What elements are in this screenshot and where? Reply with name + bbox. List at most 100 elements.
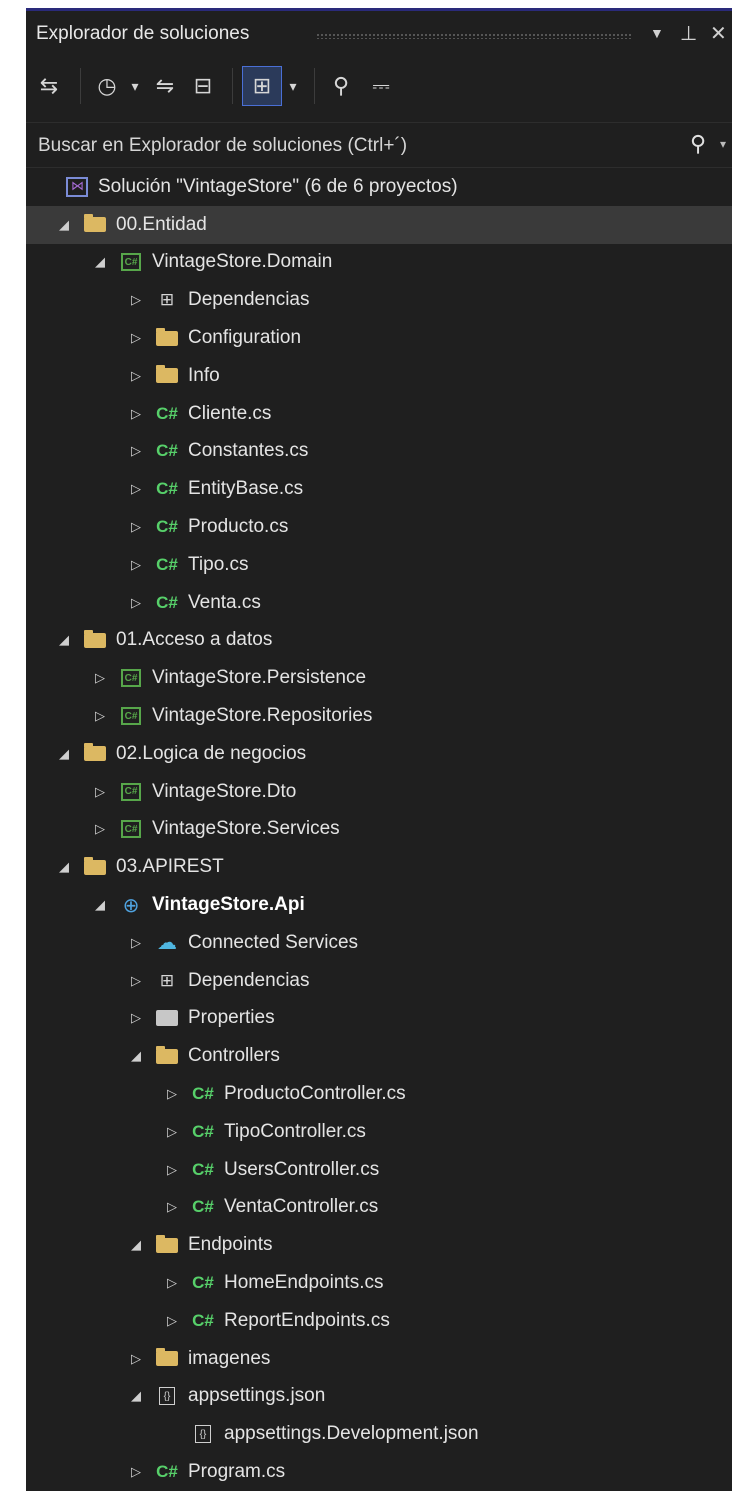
collapse-arrow-icon[interactable]: ◢	[90, 254, 110, 270]
collapse-arrow-icon[interactable]: ◢	[126, 1388, 146, 1404]
dropdown-icon[interactable]: ▾	[126, 66, 144, 106]
csharp-file-icon: C#	[192, 1159, 214, 1179]
tree-item[interactable]: ▷ Configuration	[26, 319, 732, 357]
expand-arrow-icon[interactable]: ▷	[126, 557, 146, 573]
expand-arrow-icon[interactable]: ▷	[126, 935, 146, 951]
tree-item-label: imagenes	[188, 1347, 271, 1369]
expand-arrow-icon[interactable]: ▷	[126, 595, 146, 611]
drag-grip[interactable]	[316, 33, 632, 39]
dependencies-icon: ⊞	[159, 290, 175, 310]
folder-icon	[80, 214, 110, 233]
tree-item[interactable]: ▷ C# Producto.cs	[26, 508, 732, 546]
tree-item[interactable]: ▷ C# TipoController.cs	[26, 1113, 732, 1151]
tree-item-label: Properties	[188, 1007, 275, 1029]
tree-item[interactable]: ▷ C# Tipo.cs	[26, 546, 732, 584]
tree-item[interactable]: ◢ ⊕ VintageStore.Api	[26, 886, 732, 924]
panel-title-bar[interactable]: Explorador de soluciones ▼ ⊥ ✕	[26, 8, 732, 54]
search-input[interactable]	[36, 131, 680, 161]
tree-item[interactable]: ▷ C# VintageStore.Dto	[26, 773, 732, 811]
expand-arrow-icon[interactable]: ▷	[90, 784, 110, 800]
tree-item[interactable]: ▷ C# Cliente.cs	[26, 395, 732, 433]
tree-item[interactable]: ▷ C# VentaController.cs	[26, 1189, 732, 1227]
tree-item[interactable]: ▷ Properties	[26, 1000, 732, 1038]
tree-item[interactable]: ◢ 02.Logica de negocios	[26, 735, 732, 773]
tree-item[interactable]: ▷ C# ReportEndpoints.cs	[26, 1302, 732, 1340]
tree-item[interactable]: ▷ ⊞ Dependencias	[26, 962, 732, 1000]
tree-item[interactable]: ▷ C# Program.cs	[26, 1453, 732, 1491]
csharp-file-icon: C#	[156, 403, 178, 423]
expand-arrow-icon[interactable]: ▷	[162, 1162, 182, 1178]
tree-item[interactable]: ▷ C# Venta.cs	[26, 584, 732, 622]
collapse-arrow-icon[interactable]: ◢	[126, 1048, 146, 1064]
expand-arrow-icon[interactable]: ▷	[126, 292, 146, 308]
tree-item-label: 02.Logica de negocios	[116, 742, 307, 764]
dropdown-icon[interactable]: ▾	[284, 66, 302, 106]
expand-arrow-icon[interactable]: ▷	[162, 1086, 182, 1102]
tree-item[interactable]: {} appsettings.Development.json	[26, 1415, 732, 1453]
collapse-arrow-icon[interactable]: ◢	[54, 217, 74, 233]
expand-arrow-icon[interactable]: ▷	[126, 481, 146, 497]
expand-arrow-icon[interactable]: ▷	[90, 670, 110, 686]
tree-item[interactable]: ◢ {} appsettings.json	[26, 1378, 732, 1416]
tree-item[interactable]: ▷ C# UsersController.cs	[26, 1151, 732, 1189]
show-all-files-icon[interactable]: ⊞	[242, 66, 282, 106]
collapse-arrow-icon[interactable]: ◢	[54, 746, 74, 762]
tree-item[interactable]: Solución "VintageStore" (6 de 6 proyecto…	[26, 168, 732, 206]
tree-item[interactable]: ▷ C# VintageStore.Persistence	[26, 659, 732, 697]
expand-arrow-icon[interactable]: ▷	[126, 1010, 146, 1026]
expand-arrow-icon[interactable]: ▷	[126, 443, 146, 459]
collapse-arrow-icon[interactable]: ◢	[54, 632, 74, 648]
expand-arrow-icon[interactable]: ▷	[126, 330, 146, 346]
tree-item[interactable]: ◢ C# VintageStore.Domain	[26, 244, 732, 282]
csharp-file-icon: C#	[192, 1197, 214, 1217]
expand-arrow-icon[interactable]: ▷	[126, 368, 146, 384]
tree-item-label: ProductoController.cs	[224, 1083, 406, 1105]
expand-arrow-icon[interactable]: ▷	[162, 1199, 182, 1215]
tree-item[interactable]: ▷ ⊞ Dependencias	[26, 281, 732, 319]
preview-selected-items-icon[interactable]: ⎓	[364, 66, 398, 106]
tree-item[interactable]: ▷ C# VintageStore.Repositories	[26, 697, 732, 735]
tree-item[interactable]: ▷ C# VintageStore.Services	[26, 811, 732, 849]
tree-item[interactable]: ▷ Info	[26, 357, 732, 395]
collapse-arrow-icon[interactable]: ◢	[126, 1237, 146, 1253]
expand-arrow-icon[interactable]: ▷	[90, 708, 110, 724]
tree-item[interactable]: ▷ C# ProductoController.cs	[26, 1075, 732, 1113]
switch-views-icon[interactable]: ⇋	[148, 66, 182, 106]
tree-item[interactable]: ◢ 00.Entidad	[26, 205, 732, 244]
tree-item[interactable]: ◢ 01.Acceso a datos	[26, 622, 732, 660]
collapse-arrow-icon[interactable]: ◢	[90, 897, 110, 913]
expand-arrow-icon[interactable]: ▷	[90, 821, 110, 837]
properties-wrench-icon[interactable]: ⚲	[324, 66, 358, 106]
tree-item[interactable]: ◢ Endpoints	[26, 1226, 732, 1264]
close-icon[interactable]: ✕	[710, 21, 727, 46]
expand-arrow-icon[interactable]: ▷	[126, 1351, 146, 1367]
tree-item[interactable]: ◢ Controllers	[26, 1037, 732, 1075]
pending-changes-icon[interactable]: ◷	[90, 66, 124, 106]
tree-item[interactable]: ▷ C# EntityBase.cs	[26, 470, 732, 508]
expand-arrow-icon[interactable]: ▷	[126, 1464, 146, 1480]
expand-arrow-icon[interactable]: ▷	[126, 519, 146, 535]
tree-item[interactable]: ▷ ☁ Connected Services	[26, 924, 732, 962]
expand-arrow-icon[interactable]: ▷	[126, 973, 146, 989]
properties-icon	[152, 1010, 182, 1027]
expand-arrow-icon[interactable]: ▷	[162, 1313, 182, 1329]
sync-with-active-document-icon[interactable]: ⇆	[32, 66, 66, 106]
collapse-all-icon[interactable]: ⊟	[186, 66, 220, 106]
tree-item[interactable]: ▷ C# Constantes.cs	[26, 433, 732, 471]
pin-icon[interactable]: ⊥	[680, 21, 697, 46]
csharp-file-icon: C#	[156, 592, 178, 612]
expand-arrow-icon[interactable]: ▷	[162, 1275, 182, 1291]
csharp-file-icon: C#	[156, 1461, 178, 1481]
json-file-icon: {}	[188, 1425, 218, 1444]
search-icon[interactable]: ⚲	[690, 131, 706, 157]
csharp-file-icon: C#	[156, 479, 178, 499]
collapse-arrow-icon[interactable]: ◢	[54, 859, 74, 875]
tree-item-label: appsettings.json	[188, 1385, 326, 1407]
tree-item[interactable]: ▷ imagenes	[26, 1340, 732, 1378]
tree-item[interactable]: ◢ 03.APIREST	[26, 848, 732, 886]
chevron-down-icon[interactable]: ▼	[650, 25, 664, 41]
tree-item[interactable]: ▷ C# HomeEndpoints.cs	[26, 1264, 732, 1302]
expand-arrow-icon[interactable]: ▷	[162, 1124, 182, 1140]
chevron-down-icon[interactable]: ▾	[720, 137, 726, 151]
expand-arrow-icon[interactable]: ▷	[126, 406, 146, 422]
